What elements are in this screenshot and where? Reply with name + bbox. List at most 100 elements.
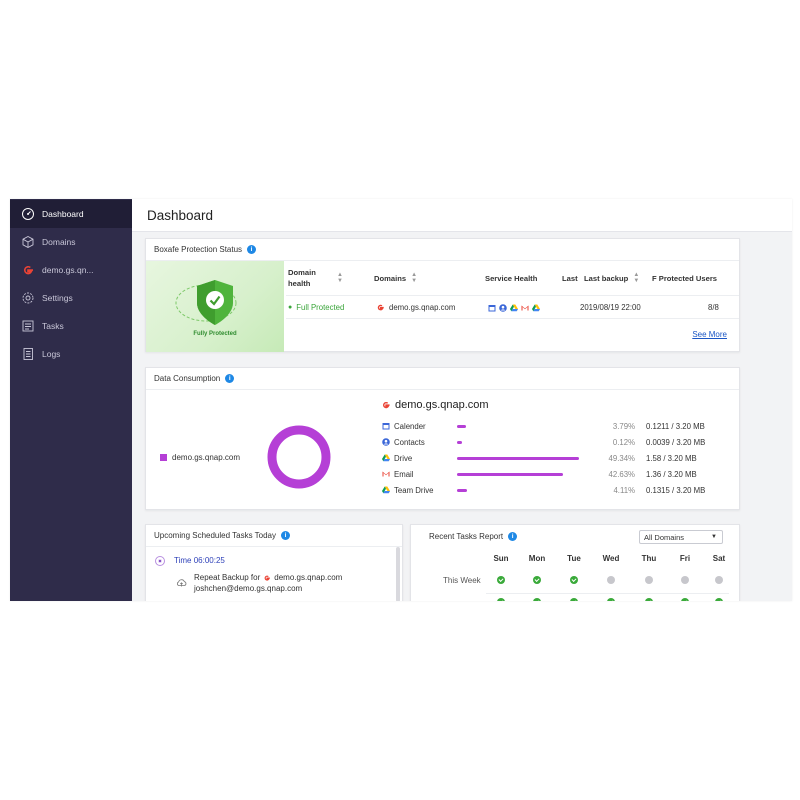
domain-title: demo.gs.qnap.com: [381, 399, 489, 411]
success-check-icon[interactable]: [570, 598, 578, 601]
success-check-icon[interactable]: [533, 598, 541, 601]
service-percent: 0.12%: [612, 437, 635, 447]
usage-bar: [457, 489, 467, 492]
gear-icon: [21, 291, 35, 305]
contacts-icon: [499, 303, 507, 312]
card-title: Data Consumption: [154, 374, 221, 383]
info-icon[interactable]: i: [508, 531, 518, 541]
dashboard-icon: [21, 207, 35, 221]
service-size: 0.1315 / 3.20 MB: [646, 485, 706, 495]
col-domain-health[interactable]: Domain health ▲ ▼: [288, 261, 358, 295]
no-task-dot[interactable]: [645, 576, 653, 584]
sidebar-item-settings[interactable]: Settings: [10, 284, 132, 312]
chevron-down-icon: ▼: [711, 534, 717, 540]
service-row: Contacts 0.12% 0.0039 / 3.20 MB: [382, 436, 722, 448]
main-content: Dashboard Boxafe Protection Status i Ful…: [132, 199, 792, 601]
col-last: Last: [562, 261, 578, 295]
team-drive-icon: [532, 304, 540, 311]
recent-tasks-card: Recent Tasks Report i All Domains ▼ Sun M…: [410, 524, 740, 601]
last-backup-value: 2019/08/19 22:00: [580, 303, 641, 312]
service-size: 1.58 / 3.20 MB: [646, 453, 697, 463]
success-check-icon[interactable]: [607, 598, 615, 601]
service-row: Drive 49.34% 1.58 / 3.20 MB: [382, 452, 722, 464]
sidebar-item-dashboard[interactable]: Dashboard: [10, 200, 132, 228]
success-check-icon[interactable]: [645, 598, 653, 601]
sidebar-item-label: Settings: [42, 293, 73, 303]
protected-users-value: 8/8: [708, 303, 719, 312]
info-icon[interactable]: i: [225, 374, 235, 383]
sidebar-item-tasks[interactable]: Tasks: [10, 312, 132, 340]
service-name: Contacts: [394, 437, 425, 447]
sidebar-item-label: demo.gs.qn...: [42, 265, 94, 275]
success-check-icon[interactable]: [570, 576, 578, 584]
drive-icon: [382, 454, 390, 462]
col-label: Service Health: [485, 273, 538, 283]
card-title: Recent Tasks Report: [429, 531, 504, 541]
domain-filter-select[interactable]: All Domains ▼: [639, 530, 723, 544]
usage-bar: [457, 473, 563, 476]
usage-bar: [457, 425, 466, 428]
task-time: Time 06:00:25: [174, 556, 225, 565]
sort-icon: ▲ ▼: [337, 272, 343, 284]
service-name: Email: [394, 469, 414, 479]
success-check-icon[interactable]: [715, 598, 723, 601]
sidebar-item-domains[interactable]: Domains: [10, 228, 132, 256]
col-domains[interactable]: Domains ▲ ▼: [374, 261, 417, 295]
service-row: Team Drive 4.11% 0.1315 / 3.20 MB: [382, 484, 722, 496]
service-name: Calender: [394, 421, 426, 431]
timeline-dot: [156, 557, 164, 565]
row-divider: [486, 593, 729, 594]
shield-small-icon: ●: [288, 304, 293, 311]
team-drive-icon: [382, 486, 390, 494]
card-header: Data Consumption i: [146, 368, 739, 390]
success-check-icon[interactable]: [497, 576, 505, 584]
shield-caption: Fully Protected: [193, 331, 237, 337]
scrollbar[interactable]: [396, 547, 400, 601]
sidebar-item-logs[interactable]: Logs: [10, 340, 132, 368]
table-header: Domain health ▲ ▼ Domains ▲ ▼ Service Heal…: [286, 261, 739, 296]
col-last-backup[interactable]: Last backup ▲ ▼: [584, 261, 639, 295]
sidebar-item-label: Domains: [42, 237, 76, 247]
no-task-dot[interactable]: [607, 576, 615, 584]
col-protected-users: F Protected Users: [652, 261, 717, 295]
protection-shield-panel: Fully Protected: [146, 261, 284, 352]
no-task-dot[interactable]: [681, 576, 689, 584]
task-prefix: Repeat Backup for: [194, 573, 261, 582]
success-check-icon[interactable]: [533, 576, 541, 584]
service-percent: 4.11%: [613, 485, 635, 495]
sort-icon: ▲ ▼: [411, 272, 418, 284]
week-label: This Week: [443, 576, 481, 585]
success-check-icon[interactable]: [497, 598, 505, 601]
protection-status-card: Boxafe Protection Status i Fully Protect…: [145, 238, 740, 352]
card-title: Boxafe Protection Status: [154, 245, 243, 254]
card-title: Upcoming Scheduled Tasks Today: [154, 531, 276, 540]
weekday-fri: Fri: [679, 554, 691, 563]
table-row[interactable]: ● Full Protected demo.gs.qnap.com 2019/0…: [286, 297, 739, 319]
health-status: ● Full Protected: [288, 297, 344, 318]
donut-chart: [267, 425, 331, 489]
sidebar-item-google-domain[interactable]: demo.gs.qn...: [10, 256, 132, 284]
service-health-icons: [488, 297, 540, 318]
info-icon[interactable]: i: [247, 245, 257, 254]
weekday-mon: Mon: [528, 554, 546, 563]
card-header: Boxafe Protection Status i: [146, 239, 739, 261]
weekday-sun: Sun: [493, 554, 509, 563]
filter-value: All Domains: [644, 532, 685, 542]
service-name: Drive: [394, 453, 413, 463]
col-label: Last: [562, 273, 578, 283]
info-icon[interactable]: i: [281, 531, 290, 540]
drive-icon: [510, 304, 518, 311]
service-name: Team Drive: [394, 485, 434, 495]
app-window: Dashboard Domains demo.gs.qn... Settings: [10, 199, 792, 601]
success-check-icon[interactable]: [681, 598, 689, 601]
weekday-sat: Sat: [712, 554, 726, 563]
chart-legend: demo.gs.qnap.com: [160, 453, 240, 462]
google-icon: [21, 263, 35, 277]
health-text: Full Protected: [296, 303, 345, 312]
logs-icon: [21, 347, 35, 361]
sidebar-item-label: Dashboard: [42, 209, 84, 219]
google-icon: [264, 575, 271, 581]
no-task-dot[interactable]: [715, 576, 723, 584]
domain-cell: demo.gs.qnap.com: [376, 297, 455, 318]
see-more-link[interactable]: See More: [692, 330, 727, 339]
